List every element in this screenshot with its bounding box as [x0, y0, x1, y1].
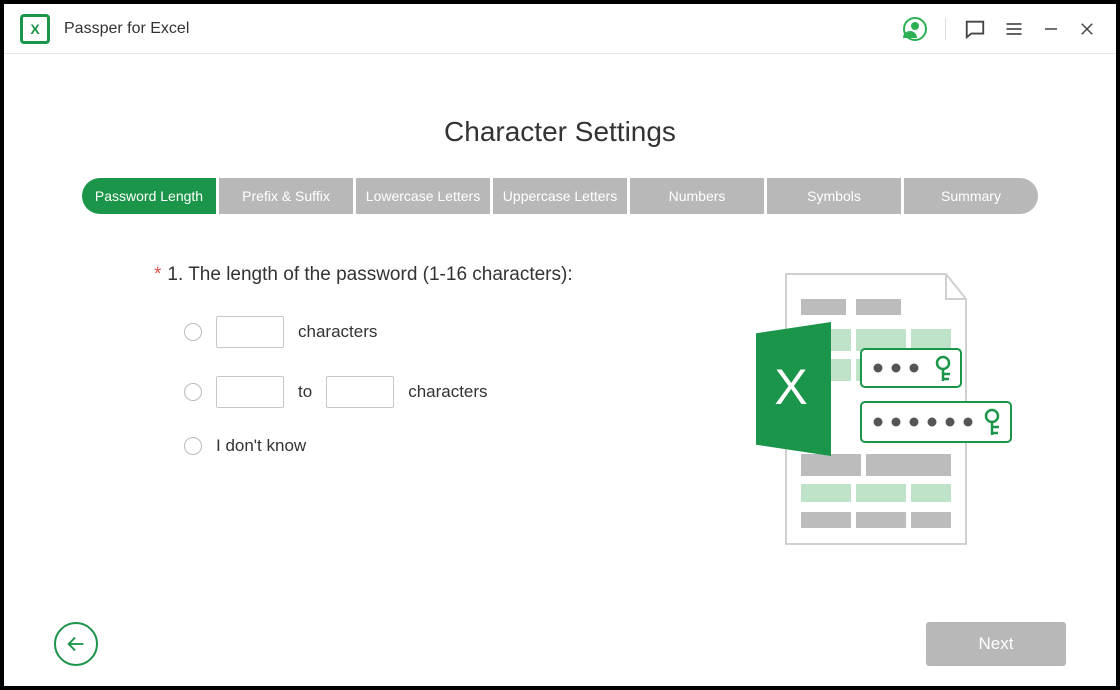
required-mark: * — [154, 264, 161, 286]
next-button[interactable]: Next — [926, 622, 1066, 666]
divider — [945, 18, 946, 40]
range-separator: to — [298, 382, 312, 402]
tab-password-length[interactable]: Password Length — [82, 178, 216, 214]
input-range-from[interactable] — [216, 376, 284, 408]
input-range-to[interactable] — [326, 376, 394, 408]
minimize-button[interactable] — [1042, 20, 1060, 38]
radio-unknown[interactable] — [184, 437, 202, 455]
svg-text:X: X — [774, 359, 807, 415]
app-logo-letter: X — [30, 21, 39, 37]
tabs-bar: Password Length Prefix & Suffix Lowercas… — [4, 178, 1116, 214]
titlebar: X Passper for Excel — [4, 4, 1116, 54]
unit-label: characters — [408, 382, 487, 402]
tab-lowercase[interactable]: Lowercase Letters — [356, 178, 490, 214]
tab-numbers[interactable]: Numbers — [630, 178, 764, 214]
radio-range[interactable] — [184, 383, 202, 401]
question-text: 1. The length of the password (1-16 char… — [167, 264, 572, 286]
tab-symbols[interactable]: Symbols — [767, 178, 901, 214]
account-icon[interactable] — [903, 17, 927, 41]
feedback-icon[interactable] — [964, 18, 986, 40]
illustration: X — [756, 264, 1016, 534]
app-title: Passper for Excel — [64, 20, 189, 38]
unit-label: characters — [298, 322, 377, 342]
menu-icon[interactable] — [1004, 19, 1024, 39]
input-exact-length[interactable] — [216, 316, 284, 348]
tab-prefix-suffix[interactable]: Prefix & Suffix — [219, 178, 353, 214]
close-button[interactable] — [1078, 20, 1096, 38]
page-title: Character Settings — [4, 116, 1116, 148]
tab-uppercase[interactable]: Uppercase Letters — [493, 178, 627, 214]
tab-summary[interactable]: Summary — [904, 178, 1038, 214]
radio-exact[interactable] — [184, 323, 202, 341]
unknown-label: I don't know — [216, 436, 306, 456]
app-logo-icon: X — [20, 14, 50, 44]
back-button[interactable] — [54, 622, 98, 666]
